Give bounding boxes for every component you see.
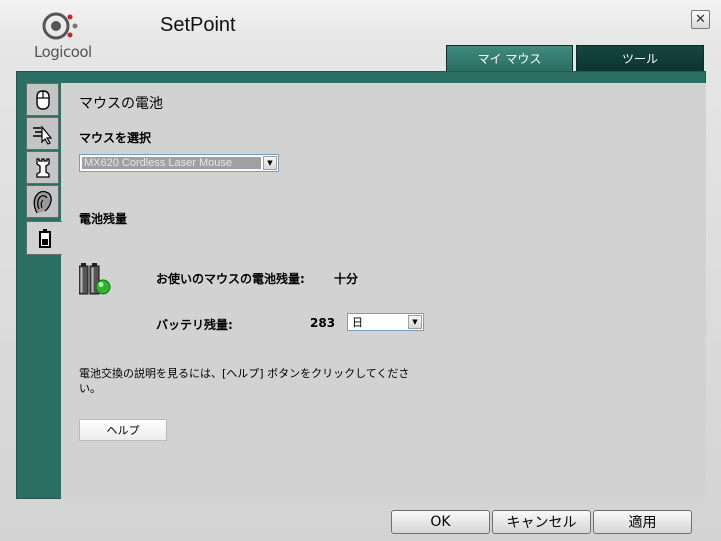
chess-rook-icon (35, 157, 50, 178)
select-mouse-label: マウスを選択 (79, 131, 152, 145)
battery-status-icon (78, 263, 111, 295)
apply-button[interactable]: 適用 (593, 510, 692, 534)
chevron-down-icon[interactable]: ▼ (408, 315, 422, 329)
tab-my-mouse[interactable]: マイ マウス (446, 45, 573, 71)
page-title: マウスの電池 (79, 96, 163, 112)
battery-unit-dropdown[interactable]: 日 ▼ (347, 313, 424, 331)
ok-button[interactable]: OK (391, 510, 490, 534)
side-tab-pointer[interactable] (26, 117, 59, 150)
instructions-line-2: い。 (79, 382, 101, 395)
battery-unit-value: 日 (352, 316, 363, 329)
mouse-select-dropdown[interactable]: MX620 Cordless Laser Mouse ▼ (79, 154, 279, 172)
mouse-select-value: MX620 Cordless Laser Mouse (82, 157, 261, 169)
instructions-line-1: 電池交換の説明を見るには、[ヘルプ] ボタンをクリックしてくださ (79, 367, 410, 380)
tab-tools[interactable]: ツール (576, 45, 704, 71)
battery-icon (38, 229, 51, 248)
pointer-icon (32, 124, 52, 145)
side-tab-battery[interactable] (26, 221, 62, 255)
battery-status-graphic (78, 261, 113, 300)
battery-remaining-value: 283 (310, 316, 336, 330)
side-tab-mouse[interactable] (26, 83, 59, 116)
mouse-icon (35, 89, 50, 110)
battery-status-value: 十分 (334, 272, 359, 286)
battery-section-label: 電池残量 (79, 212, 128, 226)
cancel-button[interactable]: キャンセル (492, 510, 591, 534)
chevron-down-icon[interactable]: ▼ (263, 156, 277, 170)
side-tab-game[interactable] (26, 151, 59, 184)
app-title: SetPoint (160, 14, 236, 36)
battery-remaining-label: バッテリ残量: (156, 318, 233, 332)
close-icon: ✕ (695, 12, 706, 27)
side-tab-hand[interactable] (26, 185, 59, 218)
close-button[interactable]: ✕ (691, 10, 710, 29)
hand-icon (33, 190, 52, 213)
instructions-text: 電池交換の説明を見るには、[ヘルプ] ボタンをクリックしてくださ い。 (79, 366, 409, 396)
battery-status-label: お使いのマウスの電池残量: (156, 272, 305, 286)
logo-mark-icon (42, 12, 78, 40)
logo-text: Logicool (34, 43, 92, 61)
help-button[interactable]: ヘルプ (79, 419, 167, 441)
